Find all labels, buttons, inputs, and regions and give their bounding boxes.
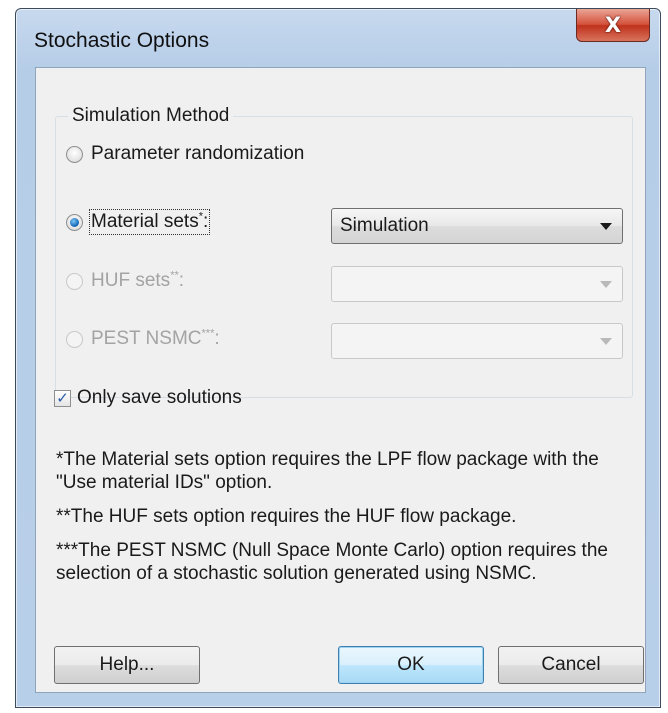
only-save-solutions-label: Only save solutions (77, 387, 242, 408)
radio-pest-nsmc[interactable]: PEST NSMC***: (66, 328, 220, 350)
dialog-window: Stochastic Options X Simulation Method P… (15, 8, 661, 708)
checkmark-icon[interactable]: ✓ (54, 389, 71, 407)
radio-label-parameter-randomization: Parameter randomization (91, 143, 305, 164)
help-button[interactable]: Help... (54, 646, 200, 684)
ok-button[interactable]: OK (338, 646, 484, 684)
dialog-client-area: Simulation Method Parameter randomizatio… (35, 67, 646, 693)
radio-label-huf-sets: HUF sets**: (91, 269, 185, 291)
radio-button-circle[interactable] (66, 145, 83, 163)
radio-button-circle-disabled[interactable] (66, 330, 83, 348)
dropdown-arrow-icon[interactable] (600, 337, 612, 345)
note-pest-nsmc: ***The PEST NSMC (Null Space Monte Carlo… (56, 540, 608, 584)
radio-label-pest-nsmc: PEST NSMC***: (91, 327, 220, 349)
huf-sets-combo[interactable] (331, 266, 623, 302)
radio-huf-sets[interactable]: HUF sets**: (66, 270, 184, 292)
close-icon: X (604, 12, 622, 37)
radio-material-sets[interactable]: Material sets*: (66, 209, 211, 235)
dialog-title: Stochastic Options (34, 29, 210, 52)
dropdown-arrow-icon[interactable] (600, 280, 612, 288)
material-sets-combo-value: Simulation (340, 215, 429, 236)
note-huf-sets: **The HUF sets option requires the HUF f… (56, 506, 517, 527)
simulation-method-group: Simulation Method Parameter randomizatio… (55, 105, 633, 398)
pest-nsmc-combo[interactable] (331, 323, 623, 359)
radio-button-circle-disabled[interactable] (66, 272, 83, 290)
radio-label-material-sets: Material sets*: (88, 209, 211, 235)
only-save-solutions-checkbox[interactable]: ✓ Only save solutions (54, 387, 242, 409)
cancel-button[interactable]: Cancel (498, 646, 644, 684)
radio-parameter-randomization[interactable]: Parameter randomization (66, 143, 304, 165)
note-material-sets: *The Material sets option requires the L… (56, 449, 599, 493)
radio-button-circle-selected[interactable] (66, 213, 83, 231)
close-button[interactable]: X (576, 9, 650, 42)
title-bar[interactable]: Stochastic Options X (16, 9, 660, 69)
dropdown-arrow-icon[interactable] (600, 222, 612, 230)
simulation-method-legend: Simulation Method (68, 105, 234, 127)
material-sets-combo[interactable]: Simulation (331, 208, 623, 244)
